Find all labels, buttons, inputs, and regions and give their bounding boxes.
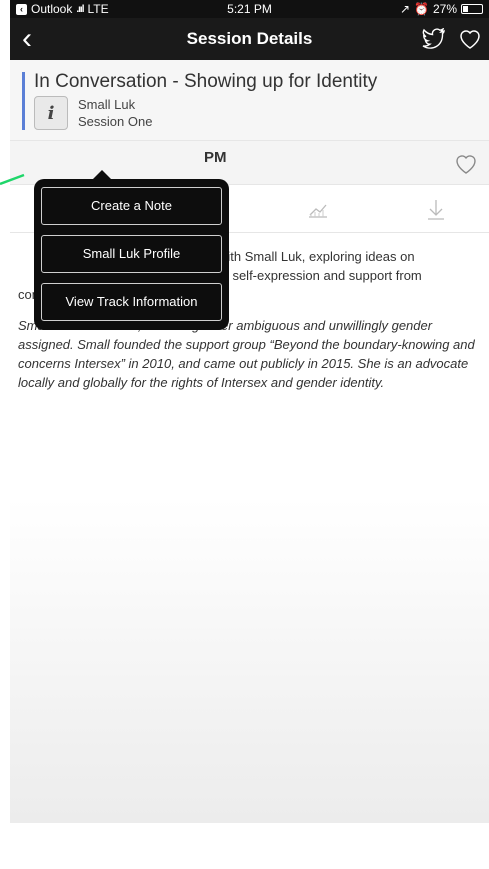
session-title: In Conversation - Showing up for Identit… — [34, 71, 378, 92]
info-popover-menu: Create a Note Small Luk Profile View Tra… — [34, 170, 229, 330]
back-app-label[interactable]: Outlook — [31, 2, 72, 16]
twitter-bird-icon[interactable] — [421, 26, 447, 52]
annotation-pointer — [0, 173, 25, 186]
status-right: ↗ ⏰ 27% — [400, 2, 483, 16]
nav-actions — [421, 26, 489, 52]
chevron-left-icon[interactable]: ‹ — [10, 18, 44, 60]
chart-icon[interactable] — [306, 197, 330, 221]
page-title: Session Details — [186, 29, 313, 48]
signal-icon: .ııl — [76, 3, 84, 15]
carrier-label: LTE — [87, 2, 109, 16]
info-button[interactable]: i — [34, 96, 68, 130]
speaker-info: Small Luk Session One — [78, 96, 152, 130]
nav-bar: ‹ Session Details — [10, 18, 489, 60]
view-track-info-button[interactable]: View Track Information — [41, 283, 222, 321]
heart-outline-icon[interactable] — [457, 26, 483, 52]
popover-arrow — [92, 170, 112, 180]
speaker-profile-button[interactable]: Small Luk Profile — [41, 235, 222, 273]
phone-screen: ‹ Outlook .ııl LTE 5:21 PM ↗ ⏰ 27% ‹ Ses… — [10, 0, 489, 869]
create-note-button[interactable]: Create a Note — [41, 187, 222, 225]
track-color-bar — [22, 72, 25, 130]
back-to-app-icon[interactable]: ‹ — [16, 3, 27, 15]
battery-label: 27% — [432, 2, 457, 16]
status-left: ‹ Outlook .ııl LTE — [16, 2, 109, 16]
track-name[interactable]: Session One — [78, 113, 152, 130]
favorite-heart-icon[interactable] — [453, 151, 479, 177]
speaker-name[interactable]: Small Luk — [78, 96, 152, 113]
status-bar: ‹ Outlook .ııl LTE 5:21 PM ↗ ⏰ 27% — [10, 0, 489, 18]
alarm-icon: ⏰ — [414, 2, 429, 16]
battery-fill — [463, 6, 468, 12]
session-meta: i Small Luk Session One — [34, 96, 477, 130]
battery-icon — [461, 4, 483, 14]
session-header: In Conversation - Showing up for Identit… — [10, 60, 489, 141]
session-time: PM — [204, 149, 227, 166]
download-icon[interactable] — [424, 197, 448, 221]
location-icon: ↗ — [399, 2, 411, 16]
